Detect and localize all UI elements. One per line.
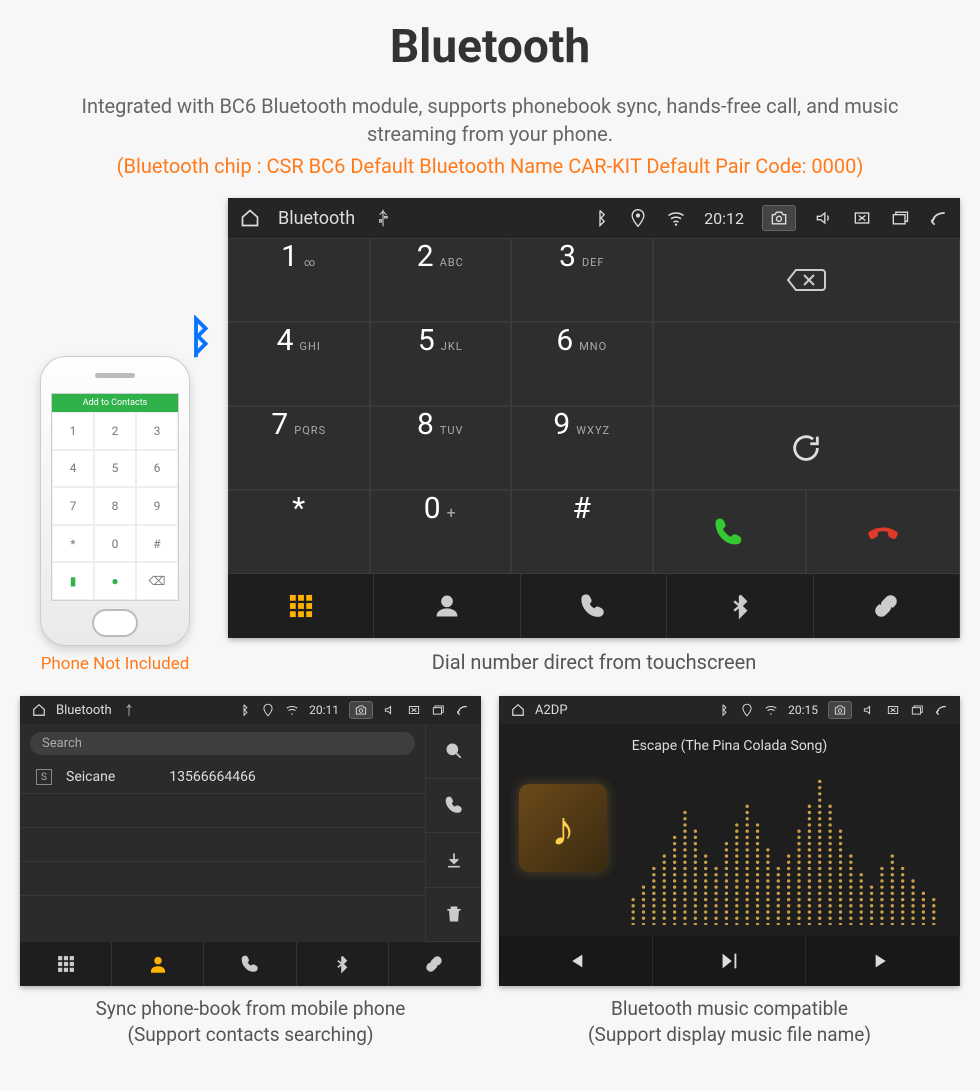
album-art: ♪ xyxy=(519,784,607,872)
key-8[interactable]: 8TUV xyxy=(370,406,512,490)
screenshot-button[interactable] xyxy=(762,205,796,231)
dialer-bottom-tabs xyxy=(228,574,960,638)
phone-mockup: Add to Contacts 123 456 789 *0# ▮●⌫ xyxy=(40,356,190,646)
back-icon[interactable] xyxy=(934,703,948,717)
tab-contacts[interactable] xyxy=(374,574,520,638)
key-hash[interactable]: # xyxy=(511,490,653,574)
key-5[interactable]: 5JKL xyxy=(370,322,512,406)
volume-icon[interactable] xyxy=(862,703,876,717)
bluetooth-spec-line: (Bluetooth chip : CSR BC6 Default Blueto… xyxy=(20,154,960,178)
screenshot-button[interactable] xyxy=(828,701,852,719)
search-input[interactable]: Search xyxy=(30,732,415,755)
contact-name: Seicane xyxy=(66,769,115,785)
close-app-icon[interactable] xyxy=(886,703,900,717)
back-icon[interactable] xyxy=(455,703,469,717)
tab-call-log[interactable] xyxy=(204,942,296,986)
now-playing-title: Escape (The Pina Colada Song) xyxy=(499,738,960,754)
home-icon[interactable] xyxy=(240,208,260,228)
close-app-icon[interactable] xyxy=(852,208,872,228)
status-time: 20:12 xyxy=(704,209,744,228)
status-time: 20:15 xyxy=(788,703,818,717)
status-bar: Bluetooth 20:11 xyxy=(20,696,481,724)
contact-number: 13566664466 xyxy=(169,769,256,785)
tab-bluetooth[interactable] xyxy=(297,942,389,986)
wifi-icon xyxy=(764,703,778,717)
recent-apps-icon[interactable] xyxy=(890,208,910,228)
play-pause-button[interactable] xyxy=(653,936,807,986)
bluetooth-status-icon xyxy=(590,208,610,228)
search-icon[interactable] xyxy=(426,724,481,779)
dial-keypad: 1∞ 2ABC 3DEF 4GHI 5JKL 6MNO 7PQRS 8TUV 9… xyxy=(228,238,653,574)
tab-keypad[interactable] xyxy=(228,574,374,638)
contact-row[interactable]: S Seicane 13566664466 xyxy=(20,761,425,794)
status-title: A2DP xyxy=(535,703,568,718)
key-3[interactable]: 3DEF xyxy=(511,238,653,322)
key-9[interactable]: 9WXYZ xyxy=(511,406,653,490)
close-app-icon[interactable] xyxy=(407,703,421,717)
status-bar: A2DP 20:15 xyxy=(499,696,960,724)
a2dp-caption: Bluetooth music compatible (Support disp… xyxy=(499,996,960,1047)
status-title: Bluetooth xyxy=(278,208,355,229)
location-icon xyxy=(261,703,275,717)
status-bar: Bluetooth 20:12 xyxy=(228,198,960,238)
phonebook-caption: Sync phone-book from mobile phone (Suppo… xyxy=(20,996,481,1047)
status-time: 20:11 xyxy=(309,703,339,717)
key-0[interactable]: 0+ xyxy=(370,490,512,574)
backspace-button[interactable] xyxy=(653,238,960,322)
call-button[interactable] xyxy=(653,490,807,574)
dialer-caption: Dial number direct from touchscreen xyxy=(228,650,960,674)
tab-pairing[interactable] xyxy=(814,574,960,638)
tab-pairing[interactable] xyxy=(389,942,481,986)
bluetooth-status-icon xyxy=(237,703,251,717)
volume-icon[interactable] xyxy=(814,208,834,228)
delete-contact-button[interactable] xyxy=(426,888,481,943)
volume-icon[interactable] xyxy=(383,703,397,717)
usb-icon xyxy=(373,208,393,228)
key-1[interactable]: 1∞ xyxy=(228,238,370,322)
tab-bluetooth[interactable] xyxy=(667,574,813,638)
home-icon[interactable] xyxy=(32,703,46,717)
bluetooth-icon xyxy=(173,315,219,373)
home-icon[interactable] xyxy=(511,703,525,717)
redial-button[interactable] xyxy=(653,406,960,490)
dial-contact-button[interactable] xyxy=(426,779,481,834)
a2dp-screen: A2DP 20:15 Escape (The Pina Colada Song) xyxy=(499,696,960,986)
key-6[interactable]: 6MNO xyxy=(511,322,653,406)
prev-track-button[interactable] xyxy=(499,936,653,986)
recent-apps-icon[interactable] xyxy=(431,703,445,717)
status-title: Bluetooth xyxy=(56,703,112,718)
page-title: Bluetooth xyxy=(20,20,960,74)
tab-keypad[interactable] xyxy=(20,942,112,986)
contact-row xyxy=(20,862,425,896)
hangup-button[interactable] xyxy=(806,490,960,574)
tab-contacts[interactable] xyxy=(112,942,204,986)
next-track-button[interactable] xyxy=(806,936,960,986)
music-note-icon: ♪ xyxy=(551,800,575,857)
key-7[interactable]: 7PQRS xyxy=(228,406,370,490)
wifi-icon xyxy=(666,208,686,228)
location-icon xyxy=(628,208,648,228)
screenshot-button[interactable] xyxy=(349,701,373,719)
key-star[interactable]: * xyxy=(228,490,370,574)
audio-visualizer xyxy=(629,769,940,925)
back-icon[interactable] xyxy=(928,208,948,228)
usb-icon xyxy=(122,703,136,717)
key-2[interactable]: 2ABC xyxy=(370,238,512,322)
contact-row xyxy=(20,828,425,862)
dialer-screen: Bluetooth 20:12 xyxy=(228,198,960,638)
sync-down-button[interactable] xyxy=(426,833,481,888)
key-4[interactable]: 4GHI xyxy=(228,322,370,406)
tab-call-log[interactable] xyxy=(521,574,667,638)
phone-app-bar: Add to Contacts xyxy=(52,394,178,412)
page-subtitle: Integrated with BC6 Bluetooth module, su… xyxy=(20,92,960,148)
phone-not-included-label: Phone Not Included xyxy=(20,654,210,674)
contact-initial-badge: S xyxy=(36,769,52,785)
wifi-icon xyxy=(285,703,299,717)
bluetooth-status-icon xyxy=(716,703,730,717)
phonebook-screen: Bluetooth 20:11 Search xyxy=(20,696,481,986)
location-icon xyxy=(740,703,754,717)
contact-row xyxy=(20,794,425,828)
recent-apps-icon[interactable] xyxy=(910,703,924,717)
